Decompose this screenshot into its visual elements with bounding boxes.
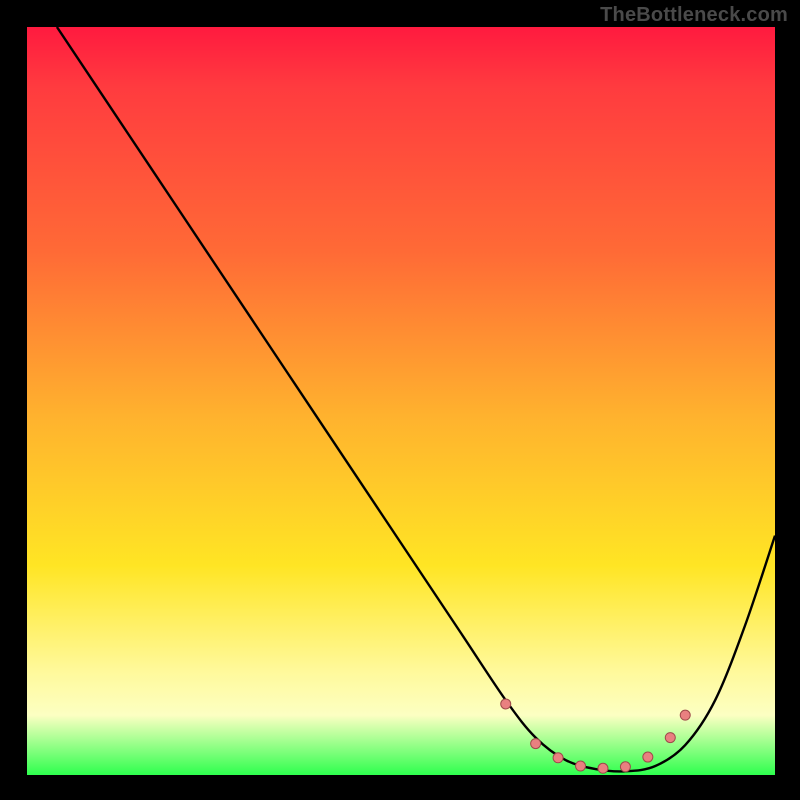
heat-gradient — [27, 27, 775, 775]
plot-area — [27, 27, 775, 775]
chart-stage: TheBottleneck.com — [0, 0, 800, 800]
watermark-text: TheBottleneck.com — [600, 4, 788, 27]
